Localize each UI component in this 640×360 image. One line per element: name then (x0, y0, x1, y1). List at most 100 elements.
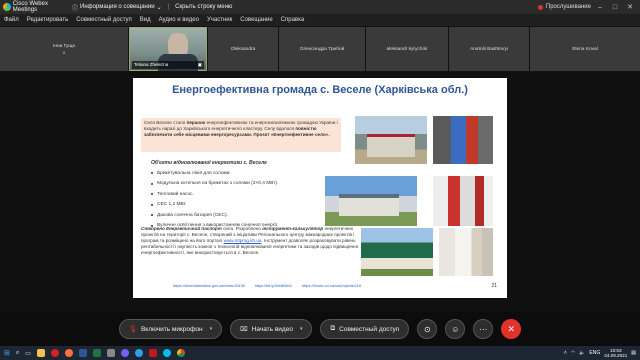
system-tray: ˄ ◠ 🔈 ENG 10:53 24.09.2021 ▤ (564, 348, 640, 359)
viber-icon[interactable] (120, 349, 129, 357)
participant-video-tile[interactable]: Tetiana Zheleznа ▣ (129, 27, 207, 71)
title-bar: Cisco Webex Meetings ⓘ Информация о сове… (0, 0, 640, 14)
maximize-icon[interactable]: □ (609, 4, 621, 11)
bullet-icon (151, 182, 153, 185)
pin-icon[interactable]: ▣ (198, 62, 202, 68)
list-item-text: Брикетувальна лінія для соломи. (157, 170, 231, 176)
menu-view[interactable]: Вид (140, 17, 151, 23)
footer-link[interactable]: https://decentralization.gov.ua/news/104… (173, 284, 245, 288)
window-controls: Прослушивание – □ ✕ (537, 3, 640, 11)
objects-list: Брикетувальна лінія для соломи. Модульна… (151, 168, 278, 231)
unmute-button[interactable]: 🎙 Включить микрофон ▾ (118, 319, 223, 339)
participant-tile[interactable]: Elena Koval (530, 27, 640, 71)
record-button[interactable]: ⊙ (417, 319, 438, 339)
participant-strip: Інна Гуща ø Tetiana Zheleznа ▣ Oleksandr… (0, 27, 640, 71)
taskbar-icons: ⊞ ⌕ ▭ (0, 349, 185, 357)
participant-name: aleksandr kyrychok (386, 46, 428, 52)
shared-slide: Енергоефективна громада с. Веселе (Харкі… (133, 78, 507, 298)
leave-meeting-button[interactable]: ✕ (501, 319, 522, 339)
chevron-down-icon[interactable]: ▾ (300, 326, 303, 332)
meeting-info-button[interactable]: Информация о совещании (80, 4, 155, 10)
slide-page-number: 21 (491, 283, 497, 289)
participant-tile[interactable]: Oleksandra (208, 27, 278, 71)
chrome-icon[interactable] (176, 349, 185, 357)
bullet-icon (151, 193, 153, 196)
share-button[interactable]: ⧉ Совместный доступ (320, 319, 410, 339)
file-explorer-icon[interactable] (36, 349, 45, 357)
acrobat-icon[interactable] (148, 349, 157, 357)
task-view-icon[interactable]: ▭ (25, 350, 31, 357)
meeting-controls: 🎙 Включить микрофон ▾ ⌧ Начать видео ▾ ⧉… (0, 312, 640, 346)
windows-start-icon[interactable]: ⊞ (4, 349, 10, 357)
slide-title: Енергоефективна громада с. Веселе (Харкі… (172, 84, 468, 96)
participant-name: Інна Гуща (53, 43, 75, 49)
menu-participant[interactable]: Участник (207, 17, 232, 23)
list-item-text: Тепловий насос. (157, 191, 194, 197)
equipment-room-photo (439, 228, 493, 276)
menu-share[interactable]: Совместный доступ (76, 17, 132, 23)
participant-tile[interactable]: Інна Гуща ø (0, 27, 128, 71)
more-icon: ⋯ (479, 324, 488, 334)
notifications-icon[interactable]: ▤ (631, 350, 636, 356)
reactions-button[interactable]: ☺ (445, 319, 466, 339)
rooftop-solar-photo (361, 228, 433, 276)
participant-name: Олександра Трибой (299, 46, 345, 52)
clock-date: 24.09.2021 (604, 353, 628, 358)
menu-audio-video[interactable]: Аудио и видео (159, 17, 199, 23)
chevron-down-icon[interactable]: ⌄ (157, 4, 162, 11)
windows-taskbar: ⊞ ⌕ ▭ ˄ ◠ 🔈 ENG 10:53 24.09.2021 ▤ (0, 346, 640, 360)
menu-edit[interactable]: Редактировать (27, 17, 68, 23)
more-options-button[interactable]: ⋯ (473, 319, 494, 339)
clock[interactable]: 10:53 24.09.2021 (604, 348, 627, 359)
minimize-icon[interactable]: – (594, 4, 606, 11)
list-item: Тепловий насос. (151, 189, 278, 200)
telegram-icon[interactable] (134, 349, 143, 357)
hide-menu-button[interactable]: Скрыть строку меню (175, 4, 232, 10)
menu-meeting[interactable]: Совещание (240, 17, 272, 23)
participant-name: Oleksandra (230, 46, 256, 52)
footer-link[interactable]: https://bit.ly/2uk8B641 (255, 284, 292, 288)
search-icon[interactable]: ⌕ (16, 350, 19, 357)
objects-heading: Об'єкти відновлюваної енергетики с. Весе… (151, 160, 267, 166)
solar-building-photo (325, 176, 417, 226)
bullet-icon (151, 214, 153, 217)
list-item: Брикетувальна лінія для соломи. (151, 168, 278, 179)
list-item-text: СЕС 1,2 МВт. (157, 202, 187, 208)
footer-link[interactable]: https://forum.cci.ua/ua/projects/118 (302, 284, 361, 288)
microphone-muted-icon: 🎙 (128, 326, 137, 333)
portal-link[interactable]: www.mtprog.kh.ua (224, 238, 262, 243)
volume-icon[interactable]: 🔈 (579, 350, 585, 356)
menu-file[interactable]: Файл (4, 17, 19, 23)
video-name-bar: Tetiana Zheleznа ▣ (132, 61, 204, 69)
menu-bar: Файл Редактировать Совместный доступ Вид… (0, 14, 640, 26)
list-item: СЕС 1,2 МВт. (151, 200, 278, 211)
chevron-down-icon[interactable]: ▾ (210, 326, 213, 332)
smiley-icon: ☺ (451, 324, 460, 334)
firefox-icon[interactable] (64, 349, 73, 357)
wifi-icon[interactable]: ◠ (571, 350, 575, 356)
participant-tile[interactable]: Олександра Трибой (279, 27, 365, 71)
boiler-room-photo (433, 116, 493, 164)
opera-icon[interactable] (50, 349, 59, 357)
info-icon[interactable]: ⓘ (72, 3, 78, 12)
participant-status: ø (62, 49, 66, 55)
recording-label: Прослушивание (545, 4, 591, 10)
webex-taskbar-icon[interactable] (162, 349, 171, 357)
chevron-up-icon[interactable]: ˄ (564, 350, 567, 356)
start-video-button[interactable]: ⌧ Начать видео ▾ (230, 319, 313, 339)
app-icon[interactable] (106, 349, 115, 357)
close-icon[interactable]: ✕ (624, 3, 636, 11)
list-item: Модульна котельня на брикетах з соломи (… (151, 179, 278, 190)
participant-tile[interactable]: Anatolii Bashtovyi (449, 27, 529, 71)
recording-icon (537, 4, 543, 10)
participant-tile[interactable]: aleksandr kyrychok (366, 27, 448, 71)
footer-links: https://decentralization.gov.ua/news/104… (173, 284, 361, 288)
start-video-label: Начать видео (251, 325, 293, 333)
bullet-icon (151, 172, 153, 175)
participant-name: Tetiana Zheleznа (134, 62, 169, 67)
excel-icon[interactable] (92, 349, 101, 357)
word-icon[interactable] (78, 349, 87, 357)
menu-help[interactable]: Справка (281, 17, 305, 23)
language-indicator[interactable]: ENG (589, 350, 600, 356)
meeting-info-bar: ⓘ Информация о совещании ⌄ | Скрыть стро… (72, 3, 232, 12)
